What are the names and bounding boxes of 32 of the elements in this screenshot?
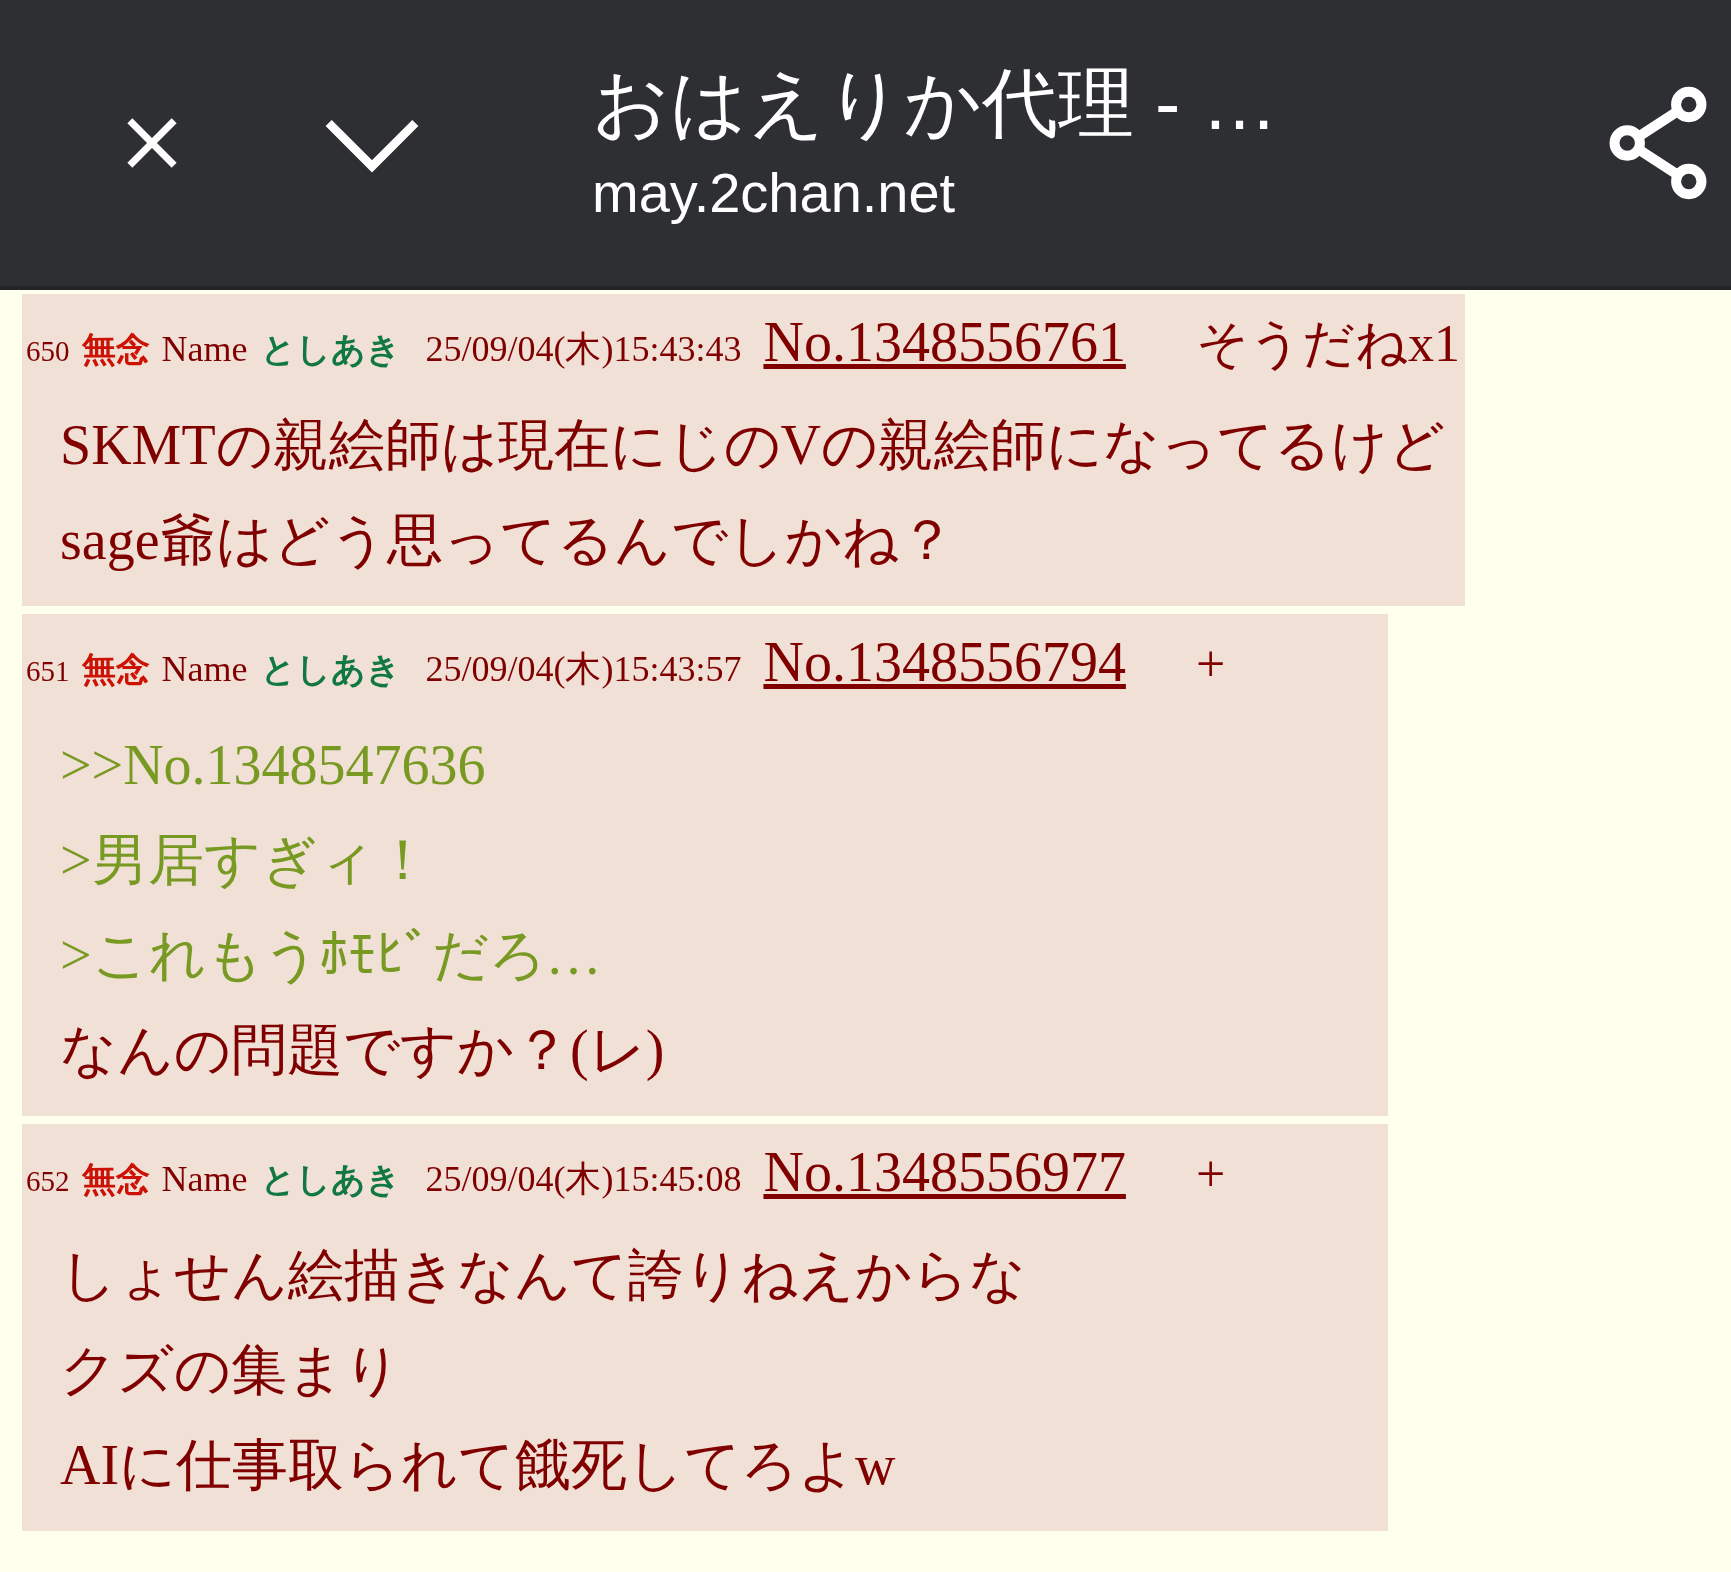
post-subject: 無念 [81,1160,150,1200]
sodane-button[interactable]: + [1195,625,1226,703]
post-date: 25/09/04(木)15:43:57 [425,648,742,691]
post-link[interactable]: No.1348556977 [763,1130,1126,1214]
post-link[interactable]: No.1348556761 [763,300,1126,384]
post-text: AIに仕事取られて餓死してろよw [60,1433,897,1498]
name-label: Name [161,328,248,371]
post-text: しょせん絵描きなんて誇りねえからな [60,1243,1027,1308]
post-link[interactable]: No.1348556794 [763,620,1126,704]
poster-name: としあき [261,650,402,690]
name-label: Name [161,1158,248,1201]
post-text: SKMTの親絵師は現在にじのVの親絵師になってるけど [60,413,1446,478]
name-label: Name [161,648,248,691]
page-url: may.2chan.net [592,160,957,226]
post-subject: 無念 [81,330,150,370]
post-text: sage爺はどう思ってるんでしかね？ [60,508,956,573]
post-number: 652 [26,1164,70,1199]
post-subject: 無念 [81,650,150,690]
quote-line: >>No.1348547636 [60,733,487,798]
page-title: おはえりか代理 - … [592,59,1278,147]
quote-line: >これもうﾎﾓﾋﾞだろ… [60,923,603,988]
post-number: 651 [26,654,70,689]
poster-name: としあき [261,330,402,370]
post-text: なんの問題ですか？(レ) [60,1018,666,1083]
quote-line: >男居すぎィ！ [60,828,432,893]
post-number: 650 [26,334,70,369]
poster-name: としあき [261,1160,402,1200]
post-date: 25/09/04(木)15:43:43 [425,328,742,371]
post-date: 25/09/04(木)15:45:08 [425,1158,742,1201]
post-text: クズの集まり [60,1338,402,1403]
sodane-button[interactable]: + [1195,1135,1226,1213]
sodane-button[interactable]: そうだねx1 [1195,305,1460,383]
